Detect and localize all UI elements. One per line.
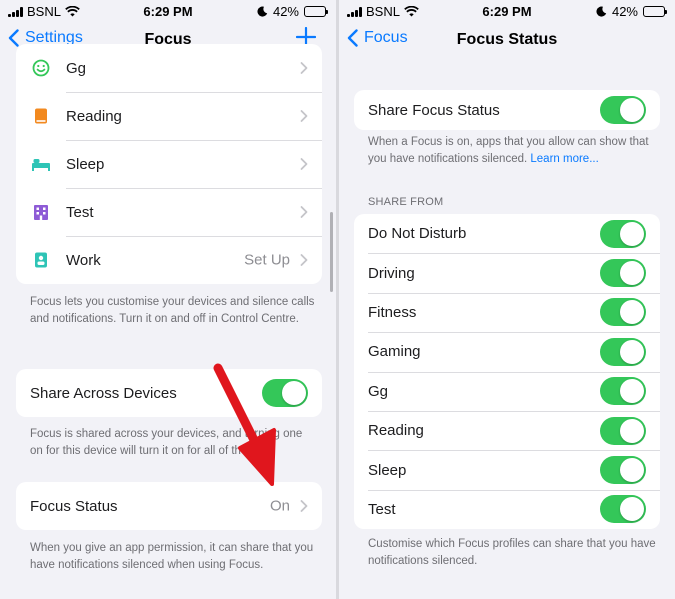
focus-item-label: Reading: [66, 107, 122, 125]
share-from-item: Sleep: [354, 450, 660, 489]
share-status-group: Share Focus Status: [354, 90, 660, 130]
focus-status-description: When you give an app permission, it can …: [30, 542, 314, 571]
share-from-item: Gg: [354, 371, 660, 411]
focus-item-sleep[interactable]: Sleep: [16, 140, 322, 188]
chevron-right-icon: [300, 254, 308, 266]
moon-icon: [596, 6, 607, 17]
share-from-toggle[interactable]: [600, 416, 646, 445]
chevron-right-icon: [300, 500, 308, 512]
focus-item-gg[interactable]: Gg: [16, 44, 322, 92]
share-from-toggle[interactable]: [600, 377, 646, 406]
share-from-item: Do Not Disturb: [354, 214, 660, 253]
scroll-indicator: [330, 212, 333, 292]
share-status-note: When a Focus is on, apps that you allow …: [368, 136, 649, 165]
building-icon: [30, 201, 52, 223]
share-from-description: Customise which Focus profiles can share…: [368, 538, 656, 567]
focus-item-test[interactable]: Test: [16, 188, 322, 236]
focus-status-screen: BSNL 6:29 PM 42% Focus Focus Status Shar…: [339, 0, 675, 599]
share-from-toggle[interactable]: [600, 456, 646, 485]
share-from-toggle[interactable]: [600, 259, 646, 288]
share-from-label: Test: [368, 500, 396, 518]
share-from-item: Reading: [354, 410, 660, 450]
focus-item-label: Gg: [66, 59, 87, 77]
share-from-item: Test: [354, 489, 660, 529]
share-from-toggle[interactable]: [600, 219, 646, 248]
share-focus-status-row: Share Focus Status: [354, 90, 660, 130]
share-from-item: Fitness: [354, 292, 660, 332]
chevron-right-icon: [300, 110, 308, 122]
share-from-list: Do Not Disturb Driving Fitness Gaming Gg…: [354, 214, 660, 530]
share-from-label: Reading: [368, 422, 424, 440]
chevron-right-icon: [300, 62, 308, 74]
focus-item-work[interactable]: Work Set Up: [16, 236, 322, 284]
share-from-label: Fitness: [368, 303, 417, 321]
share-from-label: Driving: [368, 264, 415, 282]
share-status-description: When a Focus is on, apps that you allow …: [368, 134, 657, 168]
share-from-item: Driving: [354, 253, 660, 292]
share-from-item: Gaming: [354, 332, 660, 371]
battery-percent: 42%: [272, 4, 299, 19]
status-bar: BSNL 6:29 PM 42%: [0, 0, 336, 22]
learn-more-link[interactable]: Learn more...: [530, 153, 598, 165]
focus-item-reading[interactable]: Reading: [16, 92, 322, 140]
share-from-toggle[interactable]: [600, 495, 646, 524]
bed-icon: [30, 153, 52, 175]
share-from-toggle[interactable]: [600, 337, 646, 366]
focus-status-label: Focus Status: [30, 497, 118, 515]
moon-icon: [257, 6, 268, 17]
focus-item-label: Sleep: [66, 155, 105, 173]
page-title: Focus Status: [456, 31, 558, 48]
share-from-label: Sleep: [368, 461, 407, 479]
status-bar: BSNL 6:29 PM 42%: [339, 0, 675, 22]
share-status-label: Share Focus Status: [368, 101, 500, 119]
chevron-right-icon: [300, 158, 308, 170]
share-from-label: Gaming: [368, 343, 421, 361]
focus-item-label: Test: [66, 203, 94, 221]
share-from-header: SHARE FROM: [368, 196, 444, 208]
focus-list: Gg Reading Sleep Test Work Set Up: [16, 44, 322, 284]
work-setup-value: Set Up: [244, 251, 290, 269]
battery-percent: 42%: [611, 4, 638, 19]
share-focus-status-toggle[interactable]: [600, 96, 646, 124]
chevron-right-icon: [300, 206, 308, 218]
focus-description: Focus lets you customise your devices an…: [30, 296, 315, 325]
id-badge-icon: [30, 249, 52, 271]
annotation-arrow-icon: [213, 363, 276, 486]
battery-icon: [643, 6, 667, 17]
smiley-icon: [30, 57, 52, 79]
focus-settings-screen: BSNL 6:29 PM 42% Settings Focus Gg Readi…: [0, 0, 336, 599]
share-from-label: Do Not Disturb: [368, 225, 467, 243]
book-icon: [30, 105, 52, 127]
nav-bar: Focus Focus Status: [339, 24, 675, 58]
battery-icon: [304, 6, 328, 17]
focus-item-label: Work: [66, 251, 101, 269]
share-from-toggle[interactable]: [600, 298, 646, 327]
focus-status-value: On: [269, 497, 290, 515]
share-across-label: Share Across Devices: [30, 384, 177, 402]
share-from-label: Gg: [368, 382, 389, 400]
